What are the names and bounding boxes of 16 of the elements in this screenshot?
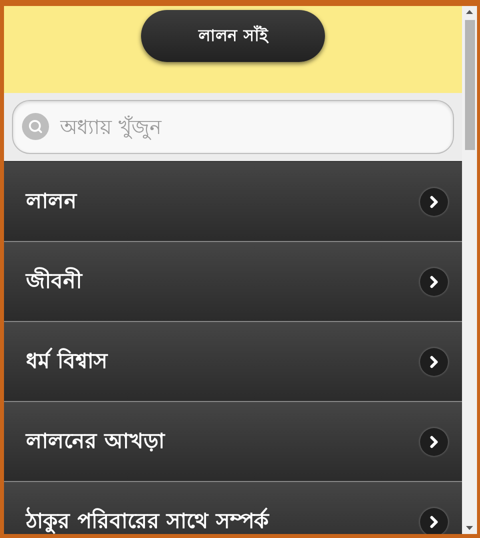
- menu-item[interactable]: লালনের আখড়া: [4, 402, 462, 482]
- menu-item[interactable]: লালন: [4, 162, 462, 242]
- chevron-icon: [420, 348, 448, 376]
- search-field[interactable]: অধ্যায় খুঁজুন: [12, 100, 454, 154]
- scroll-up-icon[interactable]: [466, 10, 473, 14]
- chevron-icon: [420, 508, 448, 534]
- scroll-down-icon[interactable]: [466, 526, 473, 530]
- chevron-icon: [420, 188, 448, 216]
- menu-item[interactable]: ধর্ম বিশ্বাস: [4, 322, 462, 402]
- chevron-icon: [420, 268, 448, 296]
- menu-item[interactable]: জীবনী: [4, 242, 462, 322]
- scroll-thumb[interactable]: [464, 20, 474, 150]
- menu-item[interactable]: ঠাকুর পরিবারের সাথে সম্পর্ক: [4, 482, 462, 534]
- scrollbar[interactable]: [462, 6, 477, 534]
- chevron-icon: [420, 428, 448, 456]
- title-button[interactable]: লালন সাঁই: [141, 10, 325, 62]
